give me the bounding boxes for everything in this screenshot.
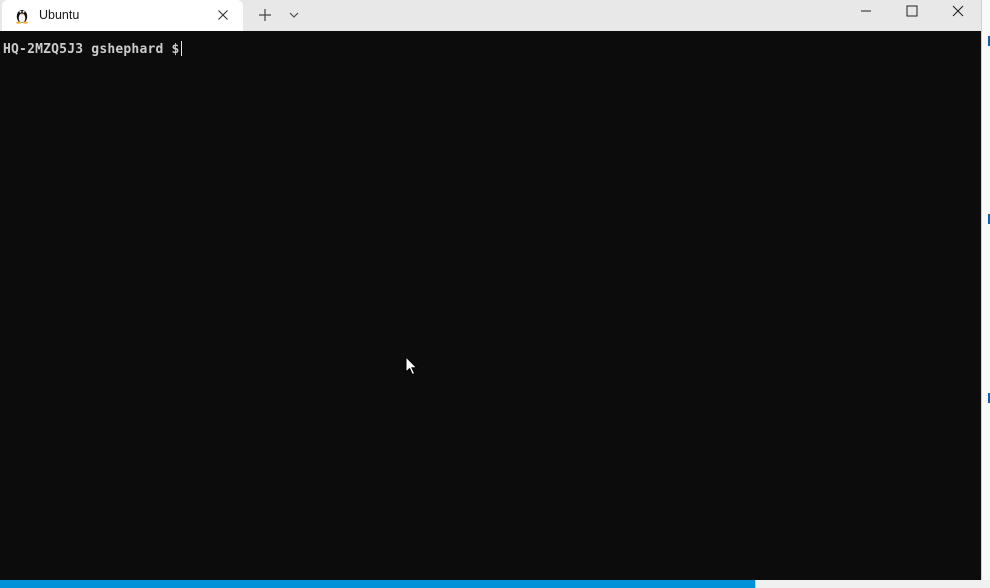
text-cursor xyxy=(180,41,182,56)
tab-title: Ubuntu xyxy=(39,8,80,22)
title-bar[interactable]: Ubuntu xyxy=(0,0,981,31)
prompt-line: HQ-2MZQ5J3 gshephard $ xyxy=(3,41,182,57)
linux-penguin-icon xyxy=(16,10,28,24)
tab-ubuntu[interactable]: Ubuntu xyxy=(2,0,243,31)
maximize-button[interactable] xyxy=(889,0,935,26)
new-tab-plus-icon[interactable] xyxy=(253,4,277,26)
background-window-edge xyxy=(981,0,990,588)
terminal-output[interactable]: HQ-2MZQ5J3 gshephard $ xyxy=(0,31,981,580)
mouse-pointer-icon xyxy=(405,356,418,376)
close-window-button[interactable] xyxy=(935,0,981,26)
close-tab-icon[interactable] xyxy=(216,8,230,22)
taskbar-area xyxy=(755,580,990,588)
chevron-down-icon[interactable] xyxy=(283,4,305,26)
minimize-button[interactable] xyxy=(843,0,889,26)
terminal-window: Ubuntu HQ-2MZQ5J3 gshephard $ xyxy=(0,0,981,580)
prompt-text: HQ-2MZQ5J3 gshephard $ xyxy=(3,42,180,57)
taskbar-accent-bar xyxy=(0,580,755,588)
